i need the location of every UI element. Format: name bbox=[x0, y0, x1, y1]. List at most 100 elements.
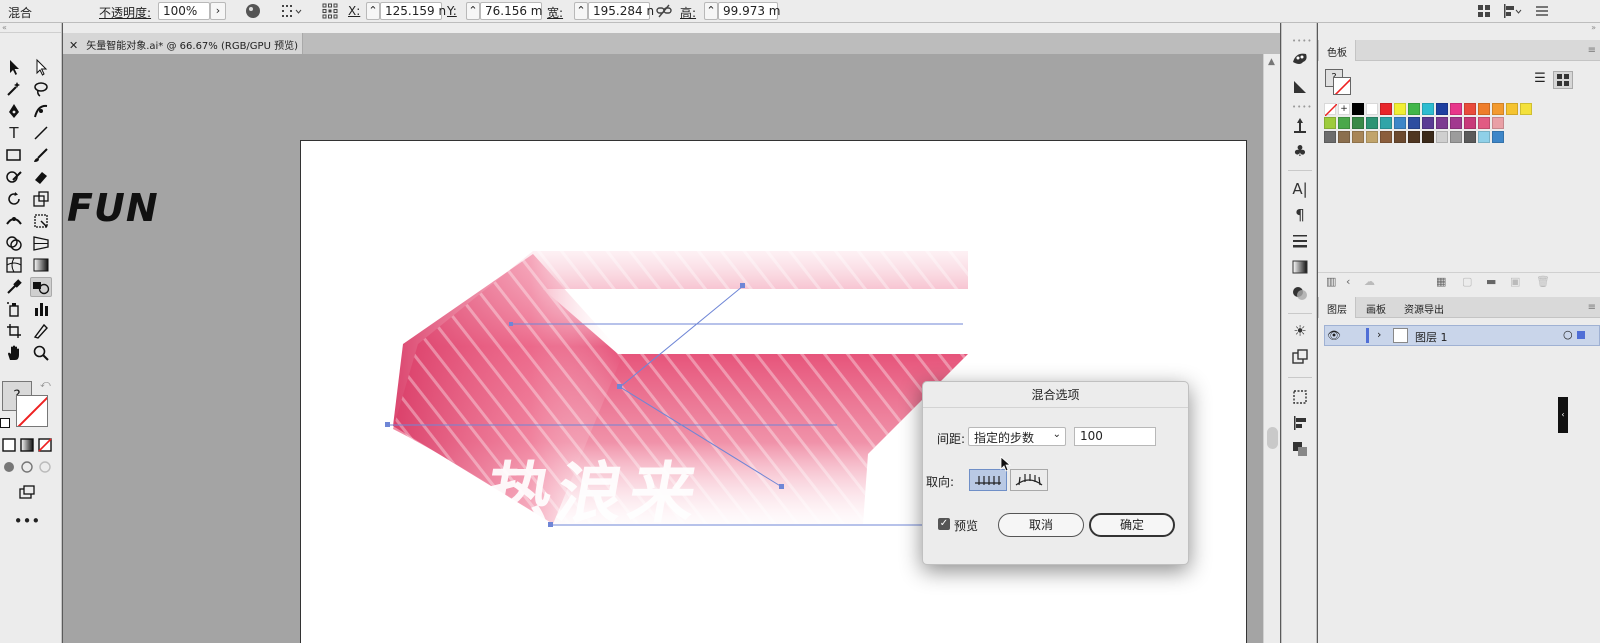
rectangle-tool-icon[interactable] bbox=[3, 145, 25, 165]
none-mode-icon[interactable] bbox=[36, 435, 54, 455]
stroke-swatch[interactable] bbox=[16, 395, 48, 427]
screen-mode-icon[interactable] bbox=[16, 483, 38, 503]
perspective-grid-tool-icon[interactable] bbox=[30, 233, 52, 253]
align-panel-icon[interactable] bbox=[1502, 3, 1522, 19]
swatch-registration[interactable]: + bbox=[1338, 103, 1350, 115]
tab-asset-export[interactable]: 资源导出 bbox=[1396, 297, 1452, 318]
cloud-icon[interactable]: ☁ bbox=[1364, 275, 1375, 288]
draw-inside-icon[interactable] bbox=[36, 457, 54, 477]
spacing-select[interactable]: 指定的步数 ⌄ bbox=[968, 427, 1066, 446]
eyedropper-tool-icon[interactable] bbox=[3, 277, 25, 297]
folder-icon[interactable]: ▬ bbox=[1486, 275, 1496, 288]
default-fill-stroke-icon[interactable] bbox=[0, 418, 10, 428]
panel-menu-icon[interactable] bbox=[1534, 3, 1550, 19]
gradient-mode-icon[interactable] bbox=[18, 435, 36, 455]
grid-view-icon[interactable] bbox=[1553, 71, 1573, 89]
symbols-icon[interactable]: ♣ bbox=[1290, 141, 1310, 161]
swatch[interactable] bbox=[1352, 117, 1364, 129]
scale-tool-icon[interactable] bbox=[30, 189, 52, 209]
swatch[interactable] bbox=[1394, 103, 1406, 115]
swatch[interactable] bbox=[1450, 131, 1462, 143]
artboard-tool-icon[interactable] bbox=[3, 321, 25, 341]
document-tab[interactable]: ✕ 矢量智能对象.ai* @ 66.67% (RGB/GPU 预览) bbox=[63, 33, 303, 54]
paragraph-icon[interactable]: ¶ bbox=[1290, 205, 1310, 225]
swatch[interactable] bbox=[1338, 131, 1350, 143]
target-icon[interactable]: ○ bbox=[1563, 328, 1573, 341]
swatch[interactable] bbox=[1366, 117, 1378, 129]
brushes-icon[interactable] bbox=[1290, 115, 1310, 135]
swatch[interactable] bbox=[1492, 117, 1504, 129]
swatch[interactable] bbox=[1408, 131, 1420, 143]
opacity-label[interactable]: 不透明度: bbox=[99, 4, 151, 21]
scroll-up-icon[interactable]: ▲ bbox=[1268, 57, 1275, 67]
swatch[interactable] bbox=[1380, 131, 1392, 143]
swatch[interactable] bbox=[1394, 131, 1406, 143]
type-tool-icon[interactable]: T bbox=[3, 123, 25, 143]
swatch[interactable] bbox=[1352, 131, 1364, 143]
column-grip-icon-2[interactable]: •••• bbox=[1292, 103, 1313, 111]
align-icon[interactable] bbox=[1290, 413, 1310, 433]
gradient-tool-icon[interactable] bbox=[30, 255, 52, 275]
swatch[interactable] bbox=[1338, 117, 1350, 129]
gradient-panel-icon[interactable] bbox=[1290, 77, 1310, 97]
swatch-library-icon[interactable]: ▥ bbox=[1326, 275, 1336, 288]
panel-menu-icon[interactable]: ≡ bbox=[1588, 45, 1596, 56]
graphic-styles-icon[interactable] bbox=[1290, 347, 1310, 367]
color-mode-icon[interactable] bbox=[0, 435, 18, 455]
swatch[interactable] bbox=[1366, 103, 1378, 115]
preview-checkbox[interactable]: ✓ bbox=[938, 518, 950, 530]
symbol-sprayer-tool-icon[interactable] bbox=[3, 299, 25, 319]
swatch[interactable] bbox=[1380, 103, 1392, 115]
layers-menu-icon[interactable]: ≡ bbox=[1588, 302, 1596, 313]
height-field[interactable]: 99.973 m bbox=[718, 2, 781, 20]
color-guide-icon[interactable] bbox=[1290, 49, 1310, 69]
pen-tool-icon[interactable] bbox=[3, 101, 25, 121]
line-segment-tool-icon[interactable] bbox=[30, 123, 52, 143]
swatch[interactable] bbox=[1478, 103, 1490, 115]
rotate-tool-icon[interactable] bbox=[3, 189, 25, 209]
paintbrush-tool-icon[interactable] bbox=[30, 145, 52, 165]
opacity-expand-button[interactable]: › bbox=[210, 2, 226, 20]
tab-layers[interactable]: 图层 bbox=[1318, 297, 1356, 318]
align-to-page-button[interactable] bbox=[969, 469, 1007, 491]
swatch[interactable] bbox=[1450, 103, 1462, 115]
column-grip-icon[interactable]: •••• bbox=[1292, 37, 1313, 45]
curvature-tool-icon[interactable] bbox=[30, 101, 52, 121]
close-icon[interactable]: ✕ bbox=[69, 39, 78, 52]
new-color-group-icon[interactable]: ▢ bbox=[1462, 275, 1472, 288]
swap-fill-stroke-icon[interactable]: ⤺ bbox=[40, 379, 51, 390]
swatch[interactable] bbox=[1394, 117, 1406, 129]
swatch[interactable] bbox=[1408, 103, 1420, 115]
swatch[interactable] bbox=[1464, 131, 1476, 143]
swatch[interactable] bbox=[1506, 103, 1518, 115]
height-stepper[interactable]: ⌃ bbox=[704, 2, 718, 20]
draw-behind-icon[interactable] bbox=[18, 457, 36, 477]
swatch[interactable] bbox=[1478, 117, 1490, 129]
selection-indicator[interactable] bbox=[1577, 331, 1585, 339]
shape-builder-tool-icon[interactable] bbox=[3, 233, 25, 253]
swatch[interactable] bbox=[1436, 117, 1448, 129]
y-field[interactable]: 76.156 m bbox=[480, 2, 543, 20]
new-swatch-icon[interactable]: ▣ bbox=[1510, 275, 1520, 288]
direct-selection-tool-icon[interactable] bbox=[30, 57, 52, 77]
swatch[interactable] bbox=[1464, 103, 1476, 115]
cancel-button[interactable]: 取消 bbox=[998, 513, 1084, 537]
column-graph-tool-icon[interactable] bbox=[30, 299, 52, 319]
swatch[interactable] bbox=[1408, 117, 1420, 129]
tab-swatches[interactable]: 色板 bbox=[1318, 40, 1356, 61]
swatch[interactable] bbox=[1422, 117, 1434, 129]
layer-name[interactable]: 图层 1 bbox=[1415, 329, 1448, 345]
width-stepper[interactable]: ⌃ bbox=[574, 2, 588, 20]
slice-tool-icon[interactable] bbox=[30, 321, 52, 341]
swatch[interactable] bbox=[1464, 117, 1476, 129]
fill-stroke-indicator[interactable]: ? bbox=[1325, 69, 1351, 95]
stroke-indicator[interactable] bbox=[1333, 77, 1351, 95]
list-view-icon[interactable]: ☰ bbox=[1530, 71, 1550, 89]
swatch-kinds-icon[interactable]: ‹ bbox=[1346, 275, 1350, 288]
tools-panel-grip[interactable]: « bbox=[0, 23, 61, 33]
y-stepper[interactable]: ⌃ bbox=[466, 2, 480, 20]
magic-wand-tool-icon[interactable] bbox=[3, 79, 25, 99]
appearance-icon[interactable]: ☀ bbox=[1290, 321, 1310, 341]
character-icon[interactable]: A| bbox=[1290, 179, 1310, 199]
shaper-tool-icon[interactable] bbox=[3, 167, 25, 187]
